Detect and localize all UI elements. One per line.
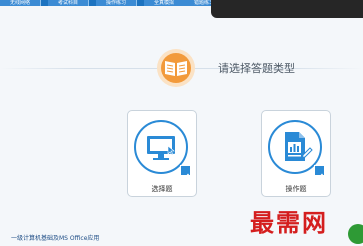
top-tab-1[interactable]: 无线网络 — [0, 0, 41, 6]
top-tab-2[interactable]: 考试科目 — [48, 0, 89, 6]
checkbox-checked-icon — [180, 165, 191, 180]
document-pen-icon — [285, 132, 313, 161]
top-tab-3[interactable]: 操作练习 — [96, 0, 137, 6]
prompt-header: 请选择答题类型 — [0, 40, 363, 95]
choice-question-label: 选择题 — [151, 185, 173, 193]
page-title: 请选择答题类型 — [218, 62, 295, 75]
monitor-cursor-icon — [147, 136, 175, 160]
checkbox-checked-icon — [314, 165, 325, 180]
window-overlay — [211, 0, 363, 18]
choice-question-button[interactable]: 选择题 — [127, 110, 197, 197]
exam-subject-footer: 一级计算机基础及MS Office应用 — [11, 235, 100, 242]
green-badge-icon — [348, 224, 363, 244]
watermark-logo: 最需网 — [250, 208, 328, 237]
top-tab-4[interactable]: 全真模拟 — [144, 0, 185, 6]
open-book-icon — [157, 49, 195, 87]
operation-question-button[interactable]: 操作题 — [261, 110, 331, 197]
operation-question-label: 操作题 — [285, 185, 307, 193]
